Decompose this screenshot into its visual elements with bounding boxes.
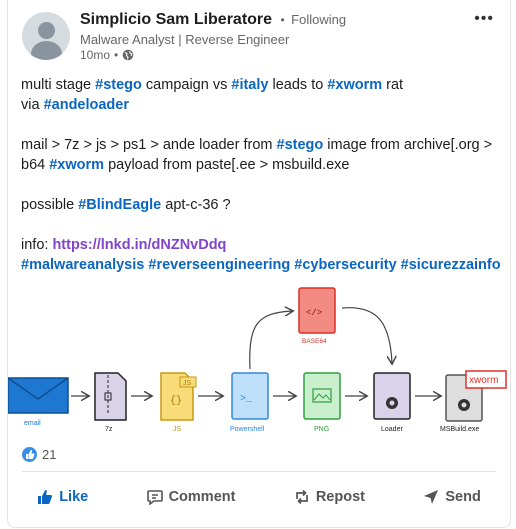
hashtag-link[interactable]: #xworm <box>327 77 382 93</box>
post-line: via #andeloader <box>21 95 501 115</box>
post-card: Simplicio Sam Liberatore • Following Mal… <box>7 0 511 528</box>
post-line: info: https://lnkd.in/dNZNvDdq <box>21 235 501 255</box>
send-label: Send <box>445 489 481 505</box>
node-label-email: email <box>24 420 41 427</box>
post-line: mail > 7z > js > ps1 > ande loader from … <box>21 135 501 155</box>
post-text: multi stage #stego campaign vs #italy le… <box>21 75 501 295</box>
avatar[interactable] <box>22 12 70 60</box>
base64-node: </> BASE64 <box>298 287 336 345</box>
avatar-head <box>38 22 55 39</box>
post-line: b64 #xworm payload from paste[.ee > msbu… <box>21 155 501 175</box>
text-span: via <box>21 97 44 113</box>
hashtag-link[interactable]: #BlindEagle <box>78 197 161 213</box>
js-node: JS {} JS <box>160 372 197 433</box>
text-span: b64 <box>21 157 50 173</box>
hashtag-link[interactable]: #andeloader <box>44 97 129 113</box>
text-span: multi stage <box>21 77 96 93</box>
arrow <box>249 311 292 370</box>
more-options-icon[interactable]: ••• <box>474 10 494 28</box>
text-span: image from archive[.org > <box>323 137 493 153</box>
attack-chain-diagram[interactable]: email 7z JS {} JS >_ Powershell PNG Load… <box>8 283 510 443</box>
avatar-body <box>31 41 62 60</box>
follow-status[interactable]: Following <box>291 12 346 27</box>
author-name[interactable]: Simplicio Sam Liberatore <box>80 11 272 28</box>
powershell-node: >_ Powershell <box>230 372 269 433</box>
thumb-up-icon <box>38 490 53 504</box>
globe-icon <box>122 49 134 61</box>
node-label-loader: Loader <box>381 426 403 433</box>
hashtag-line: #malwareanalysis #reverseengineering #cy… <box>21 255 501 275</box>
send-button[interactable]: Send <box>413 481 490 513</box>
comment-label: Comment <box>168 489 236 505</box>
meta-separator: • <box>114 48 119 62</box>
node-label-7z: 7z <box>105 426 113 433</box>
hashtag-link[interactable]: #italy <box>231 77 268 93</box>
email-node: email <box>8 377 69 427</box>
code-icon: </> <box>306 308 322 318</box>
png-node: PNG <box>303 372 341 433</box>
loader-node: Loader <box>373 372 411 433</box>
like-button[interactable]: Like <box>27 481 98 513</box>
social-actions-bar: Like Comment Repost Send <box>8 476 510 518</box>
msbuild-node: MSBuild.exe xworm <box>440 370 507 433</box>
repost-button[interactable]: Repost <box>284 481 375 513</box>
like-label: Like <box>59 489 89 505</box>
author-separator: • <box>280 13 285 27</box>
repost-label: Repost <box>315 489 365 505</box>
text-span: campaign vs <box>141 77 232 93</box>
reaction-count: 21 <box>42 447 57 462</box>
js-badge: JS <box>183 380 192 387</box>
text-span: mail > 7z > js > ps1 > ande loader from <box>21 137 277 153</box>
hashtag-link[interactable]: #xworm <box>49 157 104 173</box>
node-label-js: JS <box>173 426 182 433</box>
post-line: possible #BlindEagle apt-c-36 ? <box>21 195 501 215</box>
text-span: leads to <box>268 77 328 93</box>
text-span: payload from paste[.ee > msbuild.exe <box>104 157 350 173</box>
js-brace-icon: {} <box>170 395 182 407</box>
hashtag-link[interactable]: #malwareanalysis <box>21 257 144 273</box>
divider <box>22 471 496 472</box>
node-label-base64: BASE64 <box>302 338 327 345</box>
author-line: Simplicio Sam Liberatore • Following <box>80 11 346 29</box>
arrow <box>341 307 392 363</box>
hashtag-link[interactable]: #cybersecurity <box>294 257 396 273</box>
post-time[interactable]: 10mo <box>80 48 110 62</box>
reactions-summary[interactable]: 21 <box>22 447 56 462</box>
hashtag-link[interactable]: #sicurezzainformatica <box>401 257 501 273</box>
text-span: apt-c-36 ? <box>161 197 231 213</box>
send-icon <box>424 490 439 504</box>
author-headline: Malware Analyst | Reverse Engineer <box>80 32 290 47</box>
comment-icon <box>146 490 163 505</box>
node-label-powershell: Powershell <box>230 426 265 433</box>
xworm-badge: xworm <box>469 375 498 386</box>
zip-node: 7z <box>94 372 127 433</box>
node-label-msbuild: MSBuild.exe <box>440 426 479 433</box>
comment-button[interactable]: Comment <box>137 481 246 513</box>
node-label-png: PNG <box>314 426 329 433</box>
text-span: rat <box>382 77 404 93</box>
repost-icon <box>295 489 308 505</box>
post-meta: 10mo • <box>80 48 134 62</box>
external-link[interactable]: https://lnkd.in/dNZNvDdq <box>52 237 226 253</box>
hashtag-link[interactable]: #stego <box>277 137 324 153</box>
text-span: info: <box>21 237 53 253</box>
hashtag-link[interactable]: #stego <box>95 77 142 93</box>
terminal-icon: >_ <box>240 394 253 405</box>
hashtag-link[interactable]: #reverseengineering <box>148 257 290 273</box>
post-line: multi stage #stego campaign vs #italy le… <box>21 75 501 95</box>
text-span: possible <box>21 197 79 213</box>
like-reaction-icon <box>22 447 37 462</box>
